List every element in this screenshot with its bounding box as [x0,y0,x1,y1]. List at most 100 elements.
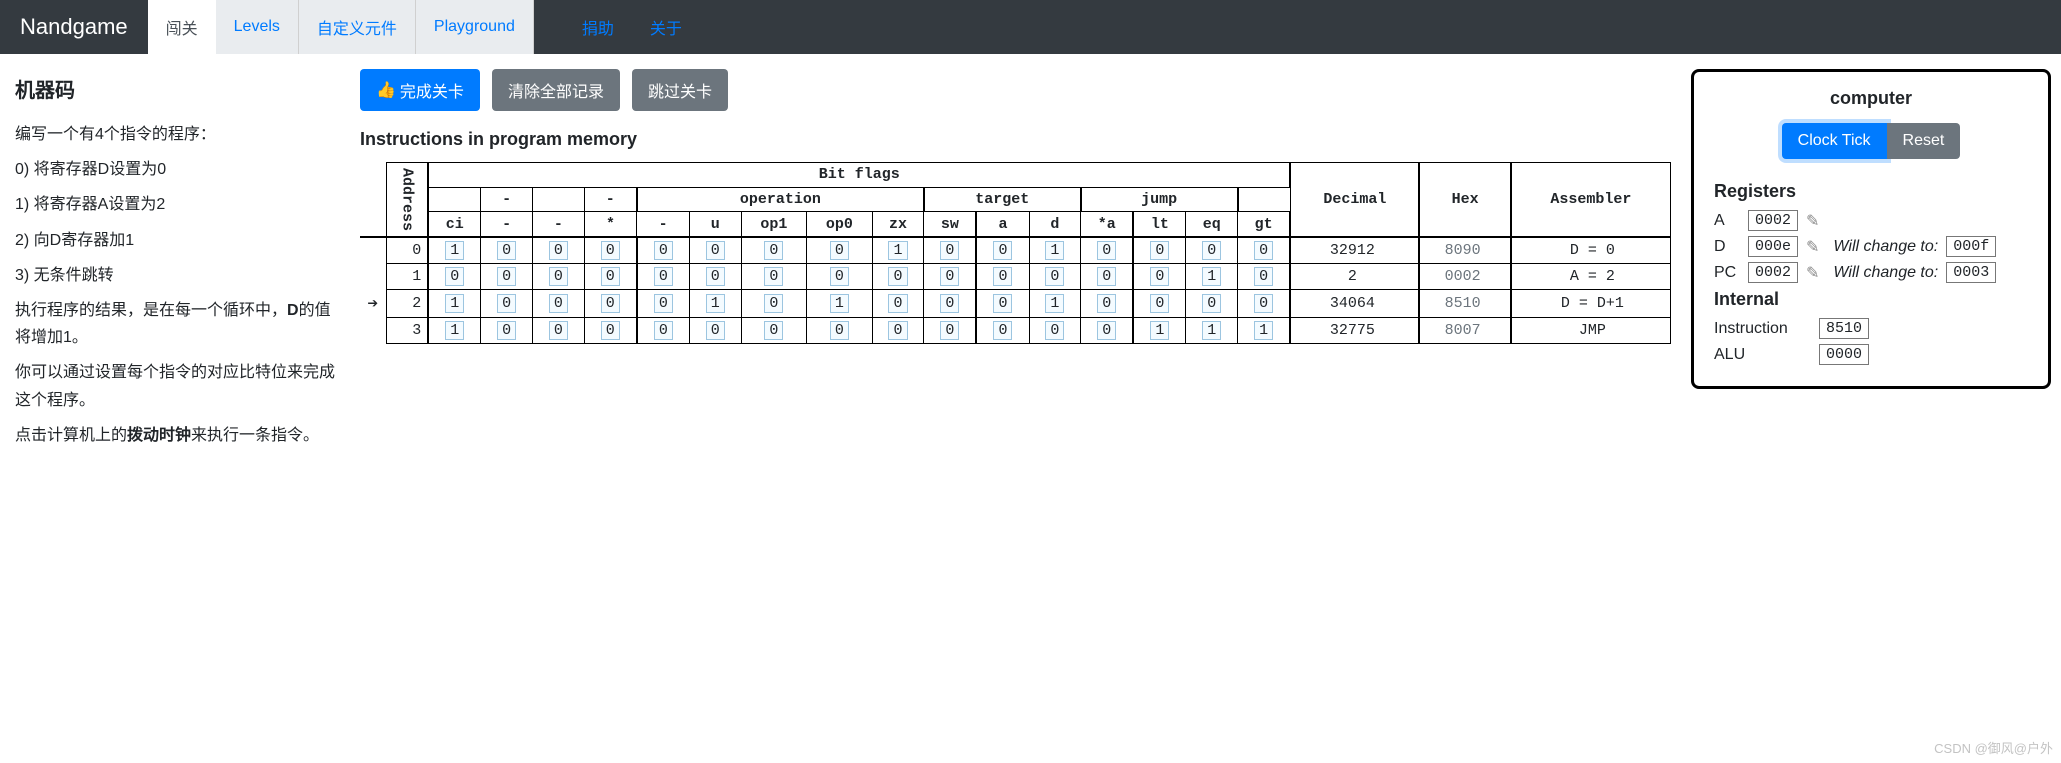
registers-title: Registers [1714,181,2028,202]
bit-cell[interactable]: 1 [1202,321,1221,340]
clock-tick-button[interactable]: Clock Tick [1782,123,1887,159]
bit-cell[interactable]: 0 [654,241,673,260]
decimal-cell: 34064 [1290,290,1419,318]
bit-cell[interactable]: 0 [764,321,783,340]
internal-title: Internal [1714,289,2028,310]
skip-level-button[interactable]: 跳过关卡 [632,69,728,111]
bit-cell[interactable]: 0 [888,294,907,313]
hex-cell: 8510 [1419,290,1510,318]
table-row: 1000000000000001020002A = 2 [360,264,1671,290]
internal-label: ALU [1714,346,1809,364]
computer-title: computer [1714,88,2028,109]
watermark: CSDN @御风@户外 [1934,738,2053,757]
bit-cell[interactable]: 0 [940,321,959,340]
bit-cell[interactable]: 0 [1045,321,1064,340]
asm-cell: D = 0 [1511,237,1671,264]
complete-level-button[interactable]: 👍完成关卡 [360,69,480,111]
bit-cell[interactable]: 1 [1045,241,1064,260]
bit-cell[interactable]: 0 [1097,321,1116,340]
bit-cell[interactable]: 0 [601,267,620,286]
bit-cell[interactable]: 0 [888,267,907,286]
bit-cell[interactable]: 1 [1045,294,1064,313]
tab-challenge[interactable]: 闯关 [148,0,216,54]
bit-cell[interactable]: 0 [830,267,849,286]
tab-playground[interactable]: Playground [416,0,534,54]
register-label: D [1714,238,1740,256]
col-decimal: Decimal [1290,163,1419,238]
bit-cell[interactable]: 0 [1150,241,1169,260]
link-donate[interactable]: 捐助 [582,15,614,39]
bit-cell[interactable]: 0 [445,267,464,286]
table-row: 31000000000000111327758007JMP [360,318,1671,344]
bit-cell[interactable]: 0 [1202,294,1221,313]
bit-cell[interactable]: 0 [993,294,1012,313]
internal-row: Instruction8510 [1714,318,2028,339]
bit-cell[interactable]: 0 [1150,267,1169,286]
bit-cell[interactable]: 0 [497,267,516,286]
bit-cell[interactable]: 0 [940,294,959,313]
tab-levels[interactable]: Levels [216,0,299,54]
bit-cell[interactable]: 0 [993,321,1012,340]
bit-cell[interactable]: 0 [830,321,849,340]
link-about[interactable]: 关于 [650,15,682,39]
bit-cell[interactable]: 0 [549,294,568,313]
bit-cell[interactable]: 0 [601,241,620,260]
bit-cell[interactable]: 0 [764,241,783,260]
level-intro: 编写一个有4个指令的程序： [15,121,340,148]
bit-cell[interactable]: 0 [1097,294,1116,313]
bit-cell[interactable]: 0 [1254,294,1273,313]
bit-cell[interactable]: 0 [940,267,959,286]
bit-cell[interactable]: 0 [1254,267,1273,286]
bit-cell[interactable]: 0 [706,241,725,260]
bit-cell[interactable]: 0 [549,267,568,286]
step-2: 2) 向D寄存器加1 [15,227,340,254]
bit-cell[interactable]: 0 [654,267,673,286]
will-change-label: Will change to: [1833,264,1938,282]
bit-cell[interactable]: 1 [1254,321,1273,340]
bit-cell[interactable]: 0 [888,321,907,340]
bit-cell[interactable]: 0 [497,294,516,313]
pencil-icon[interactable]: ✎ [1806,263,1819,283]
bit-cell[interactable]: 0 [830,241,849,260]
step-1: 1) 将寄存器A设置为2 [15,191,340,218]
step-3: 3) 无条件跳转 [15,262,340,289]
bit-cell[interactable]: 0 [1045,267,1064,286]
bit-cell[interactable]: 0 [764,294,783,313]
bit-cell[interactable]: 0 [940,241,959,260]
bit-cell[interactable]: 0 [1150,294,1169,313]
table-row: 01000000010010000329128090D = 0 [360,237,1671,264]
bit-cell[interactable]: 0 [1254,241,1273,260]
bit-cell[interactable]: 1 [830,294,849,313]
decimal-cell: 32912 [1290,237,1419,264]
reset-button[interactable]: Reset [1887,123,1961,159]
bit-cell[interactable]: 0 [549,321,568,340]
bit-cell[interactable]: 1 [445,241,464,260]
register-value: 000e [1748,236,1798,257]
bit-cell[interactable]: 0 [497,241,516,260]
bit-cell[interactable]: 1 [1150,321,1169,340]
bit-cell[interactable]: 0 [497,321,516,340]
main-content: 👍完成关卡 清除全部记录 跳过关卡 Instructions in progra… [360,69,1671,457]
bit-cell[interactable]: 0 [549,241,568,260]
pencil-icon[interactable]: ✎ [1806,211,1819,231]
bit-cell[interactable]: 0 [601,321,620,340]
bit-cell[interactable]: 0 [1202,241,1221,260]
tab-custom[interactable]: 自定义元件 [299,0,416,54]
bit-cell[interactable]: 0 [993,241,1012,260]
bit-cell[interactable]: 0 [601,294,620,313]
bit-cell[interactable]: 1 [888,241,907,260]
bit-cell[interactable]: 0 [993,267,1012,286]
bit-cell[interactable]: 0 [1097,267,1116,286]
bit-cell[interactable]: 1 [706,294,725,313]
bit-cell[interactable]: 1 [445,321,464,340]
clear-all-button[interactable]: 清除全部记录 [492,69,620,111]
pencil-icon[interactable]: ✎ [1806,237,1819,257]
bit-cell[interactable]: 0 [654,321,673,340]
bit-cell[interactable]: 0 [764,267,783,286]
bit-cell[interactable]: 1 [1202,267,1221,286]
bit-cell[interactable]: 1 [445,294,464,313]
bit-cell[interactable]: 0 [654,294,673,313]
bit-cell[interactable]: 0 [706,321,725,340]
bit-cell[interactable]: 0 [706,267,725,286]
bit-cell[interactable]: 0 [1097,241,1116,260]
